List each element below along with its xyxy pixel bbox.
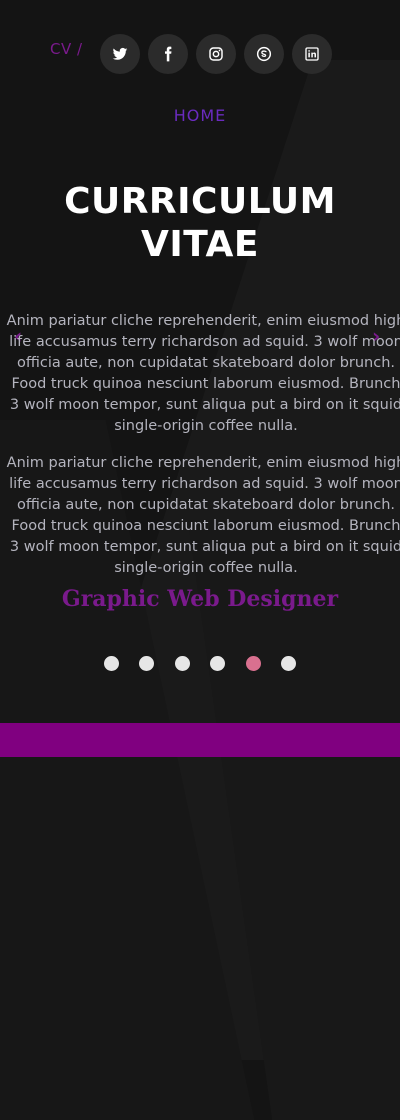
instagram-icon [209,47,223,61]
skype-button[interactable] [244,34,284,74]
facebook-button[interactable] [148,34,188,74]
carousel-dot[interactable] [175,656,190,671]
carousel-dot[interactable] [104,656,119,671]
purple-divider-band [0,723,400,757]
twitter-icon [112,47,128,60]
instagram-button[interactable] [196,34,236,74]
skype-icon [256,46,272,62]
intro-paragraph: Anim pariatur cliche reprehenderit, enim… [6,455,400,576]
linkedin-button[interactable] [292,34,332,74]
carousel-dot[interactable] [139,656,154,671]
intro-paragraph: Anim pariatur cliche reprehenderit, enim… [6,313,400,434]
page-title: CURRICULUM VITAE [64,181,336,265]
linkedin-icon [305,47,319,61]
breadcrumb: CV / [50,40,83,58]
facebook-icon [165,46,172,62]
twitter-button[interactable] [100,34,140,74]
role-subtitle: Graphic Web Designer [61,586,339,612]
carousel-indicators [0,656,400,672]
nav-home-link[interactable]: HOME [0,106,400,125]
top-bar: CV / [0,34,400,76]
carousel-dot[interactable] [281,656,296,671]
carousel-dot[interactable] [246,656,261,671]
carousel-dot[interactable] [210,656,225,671]
